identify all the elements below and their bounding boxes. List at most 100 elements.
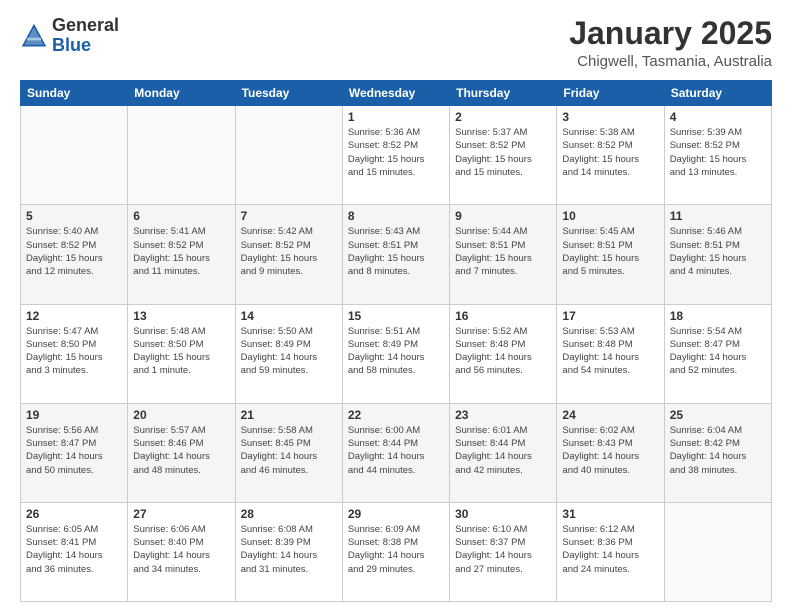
day-info: Sunrise: 6:02 AM Sunset: 8:43 PM Dayligh… <box>562 424 658 477</box>
table-row <box>128 106 235 205</box>
weekday-header-row: Sunday Monday Tuesday Wednesday Thursday… <box>21 81 772 106</box>
day-number: 24 <box>562 408 658 422</box>
calendar-title: January 2025 <box>569 16 772 51</box>
table-row: 23Sunrise: 6:01 AM Sunset: 8:44 PM Dayli… <box>450 403 557 502</box>
day-number: 1 <box>348 110 444 124</box>
table-row: 5 Sunrise: 5:40 AM Sunset: 8:52 PM Daylig… <box>21 205 128 304</box>
day-info: Sunrise: 5:57 AM Sunset: 8:46 PM Dayligh… <box>133 424 229 477</box>
day-number: 4 <box>670 110 766 124</box>
logo-blue: Blue <box>52 35 91 55</box>
day-info: Sunrise: 5:54 AM Sunset: 8:47 PM Dayligh… <box>670 325 766 378</box>
day-info: Sunrise: 6:06 AM Sunset: 8:40 PM Dayligh… <box>133 523 229 576</box>
day-info: Sunrise: 5:42 AM Sunset: 8:52 PM Dayligh… <box>241 225 337 278</box>
day-number: 17 <box>562 309 658 323</box>
table-row: 19 Sunrise: 5:56 AM Sunset: 8:47 PM Dayli… <box>21 403 128 502</box>
day-number: 29 <box>348 507 444 521</box>
day-info: Sunrise: 5:44 AM Sunset: 8:51 PM Dayligh… <box>455 225 551 278</box>
header: General Blue January 2025 Chigwell, Tasm… <box>20 16 772 70</box>
table-row: 20 Sunrise: 5:57 AM Sunset: 8:46 PM Dayli… <box>128 403 235 502</box>
day-number: 11 <box>670 209 766 223</box>
table-row: 17 Sunrise: 5:53 AM Sunset: 8:48 PM Dayli… <box>557 304 664 403</box>
day-number: 31 <box>562 507 658 521</box>
table-row <box>235 106 342 205</box>
day-info: Sunrise: 6:05 AM Sunset: 8:41 PM Dayligh… <box>26 523 122 576</box>
day-info: Sunrise: 5:46 AM Sunset: 8:51 PM Dayligh… <box>670 225 766 278</box>
day-number: 25 <box>670 408 766 422</box>
table-row: 22 Sunrise: 6:00 AM Sunset: 8:44 PM Dayli… <box>342 403 449 502</box>
day-number: 15 <box>348 309 444 323</box>
table-row: 28 Sunrise: 6:08 AM Sunset: 8:39 PM Dayli… <box>235 502 342 601</box>
table-row: 9Sunrise: 5:44 AM Sunset: 8:51 PM Daylig… <box>450 205 557 304</box>
logo-general: General <box>52 15 119 35</box>
day-info: Sunrise: 6:10 AM Sunset: 8:37 PM Dayligh… <box>455 523 551 576</box>
day-number: 20 <box>133 408 229 422</box>
calendar-week-row: 5 Sunrise: 5:40 AM Sunset: 8:52 PM Daylig… <box>21 205 772 304</box>
day-info: Sunrise: 6:00 AM Sunset: 8:44 PM Dayligh… <box>348 424 444 477</box>
day-number: 5 <box>26 209 122 223</box>
day-info: Sunrise: 5:45 AM Sunset: 8:51 PM Dayligh… <box>562 225 658 278</box>
day-number: 2 <box>455 110 551 124</box>
day-info: Sunrise: 5:51 AM Sunset: 8:49 PM Dayligh… <box>348 325 444 378</box>
table-row: 27 Sunrise: 6:06 AM Sunset: 8:40 PM Dayli… <box>128 502 235 601</box>
day-info: Sunrise: 6:08 AM Sunset: 8:39 PM Dayligh… <box>241 523 337 576</box>
day-number: 6 <box>133 209 229 223</box>
day-number: 18 <box>670 309 766 323</box>
day-info: Sunrise: 6:09 AM Sunset: 8:38 PM Dayligh… <box>348 523 444 576</box>
header-tuesday: Tuesday <box>235 81 342 106</box>
day-number: 27 <box>133 507 229 521</box>
day-number: 3 <box>562 110 658 124</box>
table-row: 1 Sunrise: 5:36 AM Sunset: 8:52 PM Daylig… <box>342 106 449 205</box>
table-row: 25 Sunrise: 6:04 AM Sunset: 8:42 PM Dayli… <box>664 403 771 502</box>
table-row: 29 Sunrise: 6:09 AM Sunset: 8:38 PM Dayli… <box>342 502 449 601</box>
day-number: 22 <box>348 408 444 422</box>
header-friday: Friday <box>557 81 664 106</box>
title-block: January 2025 Chigwell, Tasmania, Austral… <box>569 16 772 70</box>
table-row: 11 Sunrise: 5:46 AM Sunset: 8:51 PM Dayli… <box>664 205 771 304</box>
day-info: Sunrise: 5:36 AM Sunset: 8:52 PM Dayligh… <box>348 126 444 179</box>
day-number: 12 <box>26 309 122 323</box>
header-saturday: Saturday <box>664 81 771 106</box>
table-row: 12Sunrise: 5:47 AM Sunset: 8:50 PM Dayli… <box>21 304 128 403</box>
table-row: 31Sunrise: 6:12 AM Sunset: 8:36 PM Dayli… <box>557 502 664 601</box>
day-number: 10 <box>562 209 658 223</box>
calendar-week-row: 26 Sunrise: 6:05 AM Sunset: 8:41 PM Dayli… <box>21 502 772 601</box>
calendar-week-row: 1 Sunrise: 5:36 AM Sunset: 8:52 PM Daylig… <box>21 106 772 205</box>
header-wednesday: Wednesday <box>342 81 449 106</box>
day-info: Sunrise: 5:43 AM Sunset: 8:51 PM Dayligh… <box>348 225 444 278</box>
day-info: Sunrise: 5:37 AM Sunset: 8:52 PM Dayligh… <box>455 126 551 179</box>
day-info: Sunrise: 5:48 AM Sunset: 8:50 PM Dayligh… <box>133 325 229 378</box>
day-number: 8 <box>348 209 444 223</box>
header-monday: Monday <box>128 81 235 106</box>
calendar-week-row: 19 Sunrise: 5:56 AM Sunset: 8:47 PM Dayli… <box>21 403 772 502</box>
day-info: Sunrise: 5:56 AM Sunset: 8:47 PM Dayligh… <box>26 424 122 477</box>
table-row: 4 Sunrise: 5:39 AM Sunset: 8:52 PM Daylig… <box>664 106 771 205</box>
day-number: 23 <box>455 408 551 422</box>
day-info: Sunrise: 5:40 AM Sunset: 8:52 PM Dayligh… <box>26 225 122 278</box>
table-row: 18 Sunrise: 5:54 AM Sunset: 8:47 PM Dayli… <box>664 304 771 403</box>
day-number: 14 <box>241 309 337 323</box>
table-row: 10 Sunrise: 5:45 AM Sunset: 8:51 PM Dayli… <box>557 205 664 304</box>
table-row: 6Sunrise: 5:41 AM Sunset: 8:52 PM Daylig… <box>128 205 235 304</box>
table-row: 21 Sunrise: 5:58 AM Sunset: 8:45 PM Dayli… <box>235 403 342 502</box>
day-info: Sunrise: 5:39 AM Sunset: 8:52 PM Dayligh… <box>670 126 766 179</box>
logo-icon <box>20 22 48 50</box>
table-row: 7Sunrise: 5:42 AM Sunset: 8:52 PM Daylig… <box>235 205 342 304</box>
day-number: 26 <box>26 507 122 521</box>
day-number: 28 <box>241 507 337 521</box>
day-info: Sunrise: 5:58 AM Sunset: 8:45 PM Dayligh… <box>241 424 337 477</box>
table-row: 3Sunrise: 5:38 AM Sunset: 8:52 PM Daylig… <box>557 106 664 205</box>
calendar-week-row: 12Sunrise: 5:47 AM Sunset: 8:50 PM Dayli… <box>21 304 772 403</box>
day-number: 21 <box>241 408 337 422</box>
logo-text: General Blue <box>52 16 119 56</box>
table-row: 15 Sunrise: 5:51 AM Sunset: 8:49 PM Dayli… <box>342 304 449 403</box>
calendar-table: Sunday Monday Tuesday Wednesday Thursday… <box>20 80 772 602</box>
table-row: 14Sunrise: 5:50 AM Sunset: 8:49 PM Dayli… <box>235 304 342 403</box>
day-number: 19 <box>26 408 122 422</box>
table-row: 16Sunrise: 5:52 AM Sunset: 8:48 PM Dayli… <box>450 304 557 403</box>
table-row: 24 Sunrise: 6:02 AM Sunset: 8:43 PM Dayli… <box>557 403 664 502</box>
table-row: 8 Sunrise: 5:43 AM Sunset: 8:51 PM Daylig… <box>342 205 449 304</box>
day-number: 30 <box>455 507 551 521</box>
day-info: Sunrise: 5:53 AM Sunset: 8:48 PM Dayligh… <box>562 325 658 378</box>
day-info: Sunrise: 6:04 AM Sunset: 8:42 PM Dayligh… <box>670 424 766 477</box>
header-sunday: Sunday <box>21 81 128 106</box>
